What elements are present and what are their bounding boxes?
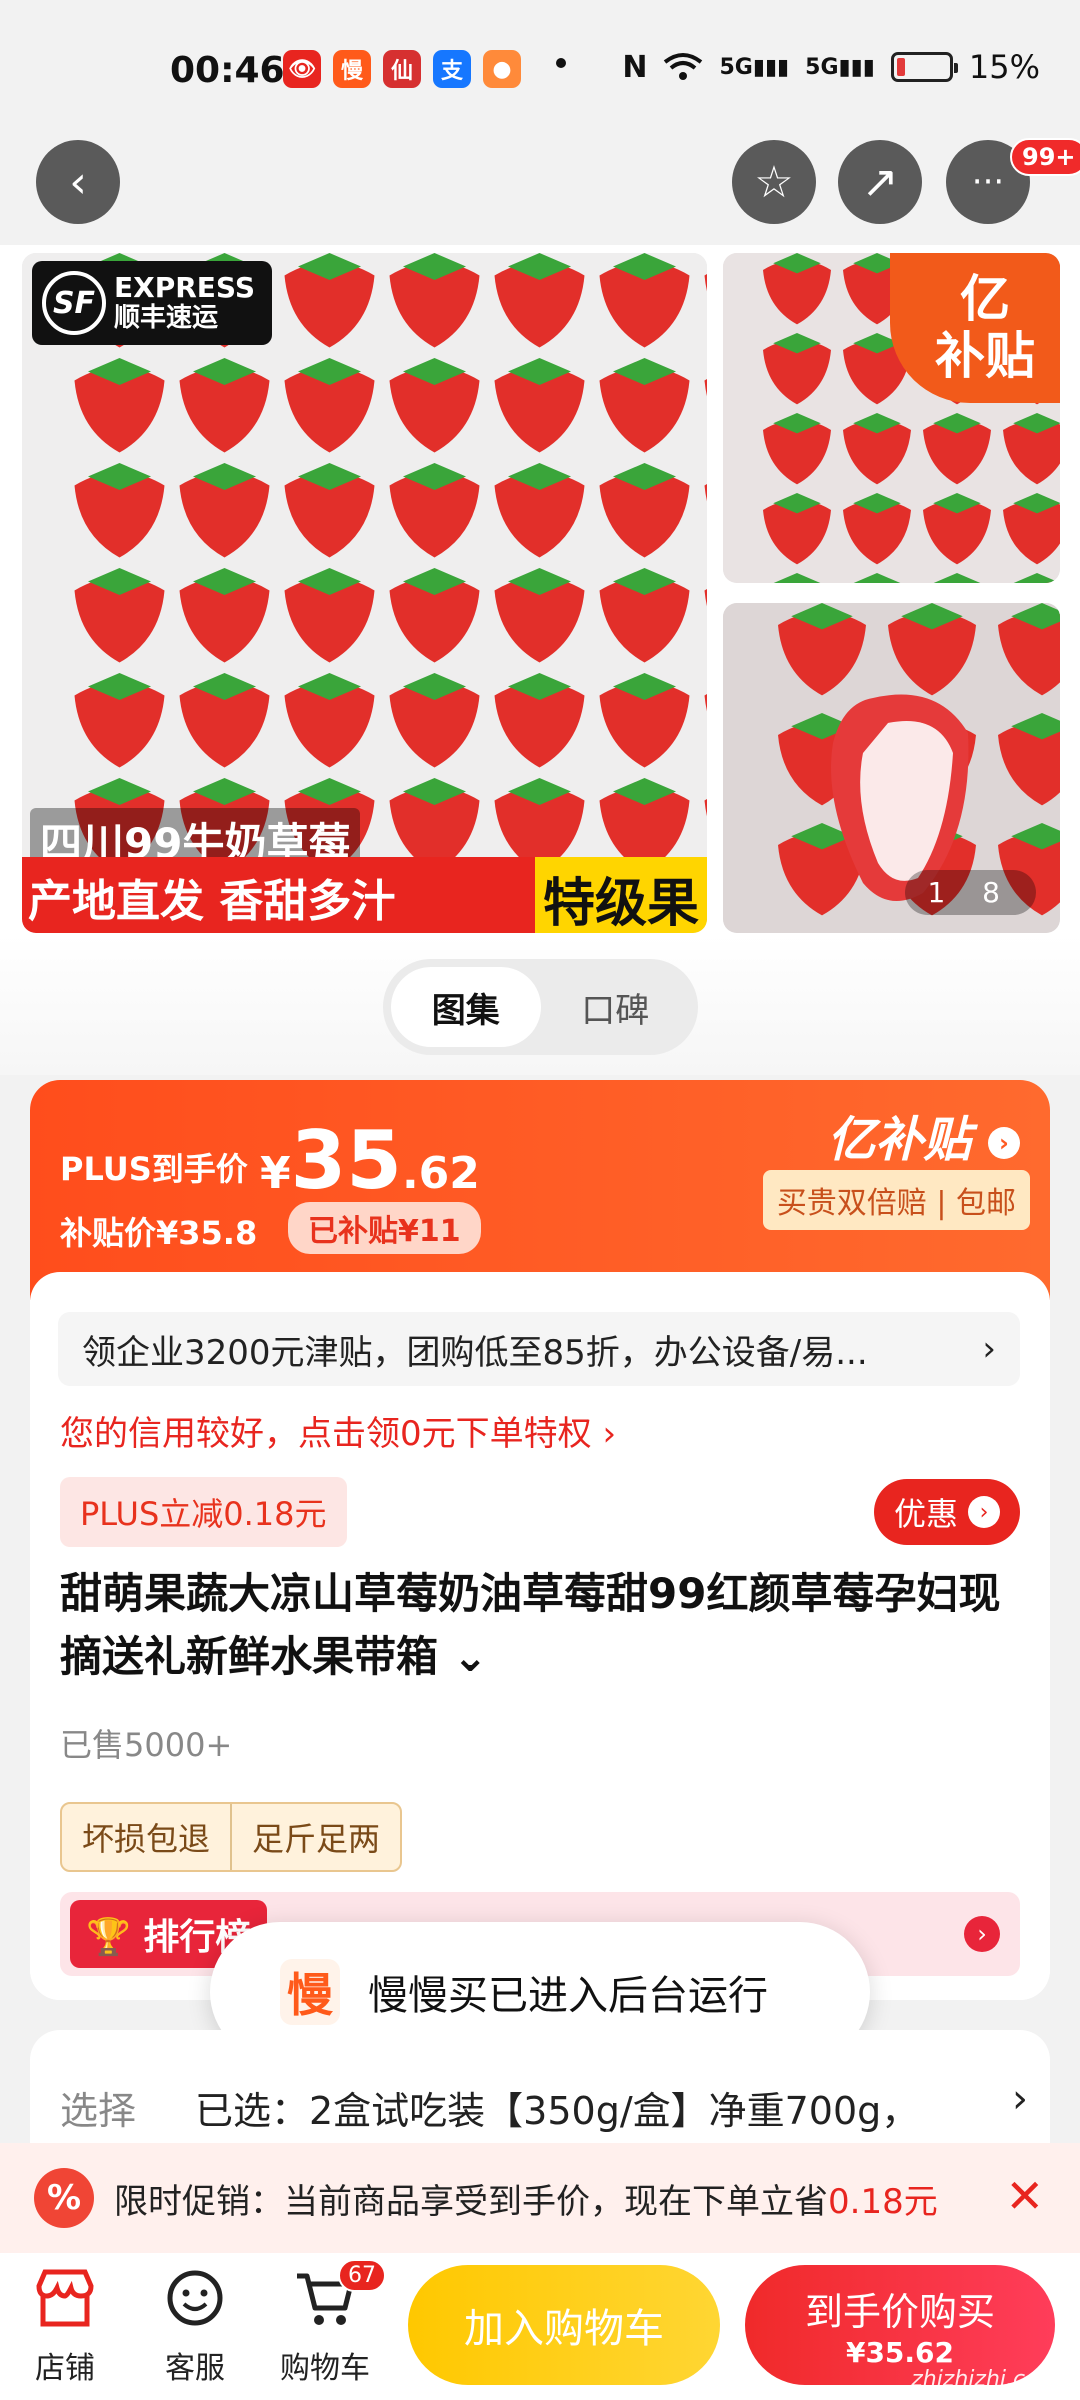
yi-subsidy-link[interactable]: 亿补贴 › [827,1100,1020,1170]
toast-text: 慢慢买已进入后台运行 [368,1973,768,2019]
manmanmai-logo: 慢 [280,1959,340,2025]
select-label: 选择 [60,2089,137,2133]
product-title[interactable]: 甜萌果蔬大凉山草莓奶油草莓甜99红颜草莓孕妇现摘送礼新鲜水果带箱 ⌄ [60,1562,1020,1688]
battery-icon [890,52,958,82]
back-button[interactable]: ‹ [36,140,120,224]
plus-discount-tag: PLUS立减0.18元 [60,1477,347,1547]
bottom-action-bar: 店铺 客服 67 购物车 加入购物车 到手价购买 ¥35.62 zhizhizh… [0,2253,1080,2400]
selected-sku: 已选：2盒试吃装【350g/盒】净重700g， [195,2089,920,2133]
tab-reviews[interactable]: 口碑 [541,967,691,1047]
app-notification-icon: 仙 [383,50,421,88]
share-icon: ↗ [861,156,899,208]
gallery-tabs-area: 图集 口碑 [0,935,1080,1075]
customer-service-button[interactable]: 客服 [140,2263,250,2393]
sf-express-logo: SF EXPRESS 顺丰速运 [32,261,272,345]
status-bar: 00:46 👁 慢 仙 支 ● N 5G▮▮▮ 5G▮▮▮ 15% [0,0,1080,130]
gallery-pager: 1 8 [905,870,1036,915]
battery-percent: 15% [968,48,1040,86]
app-notification-icon: 👁 [283,50,321,88]
app-notification-icon: ● [483,50,521,88]
chat-smile-icon [160,2263,230,2333]
thumbnail-image-2[interactable]: 1 8 [723,603,1060,933]
chevron-right-icon: › [988,1127,1020,1159]
add-to-cart-button[interactable]: 加入购物车 [408,2265,720,2385]
plus-price: ¥35.62 [260,1114,480,1207]
chevron-right-icon: › [968,1496,1000,1528]
thumbnail-image-1[interactable]: 亿 补贴 [723,253,1060,583]
chevron-right-icon: › [982,1329,996,1369]
favorite-button[interactable]: ☆ [732,140,816,224]
credit-privilege-link[interactable]: 您的信用较好，点击领0元下单特权 › [60,1406,616,1455]
store-button[interactable]: 店铺 [10,2263,120,2393]
limited-promo-bar[interactable]: % 限时促销：当前商品享受到手价，现在下单立省0.18元 ✕ [0,2143,1080,2253]
subsidy-price: 补贴价¥35.8 [60,1214,258,1252]
wifi-icon [664,53,703,80]
more-notifications-dot [556,58,566,68]
product-detail-body: 领企业3200元津贴，团购低至85折，办公设备/易... › 您的信用较好，点击… [30,1272,1050,2000]
cart-count-badge: 67 [338,2259,386,2292]
manmanmai-notification-icon: 慢 [333,50,371,88]
subsidy-amount-tag: 已补贴¥11 [288,1202,481,1254]
service-tag: 坏损包退 [82,1820,211,1858]
nfc-icon: N [622,49,648,85]
coupon-button[interactable]: 优惠 › [873,1479,1020,1545]
percent-icon: % [34,2168,94,2228]
plus-price-label: PLUS到手价 [60,1150,248,1188]
share-button[interactable]: ↗ [838,140,922,224]
close-icon[interactable]: ✕ [1005,2169,1044,2223]
chevron-right-icon: › [1012,2076,1028,2122]
signal-icon: 5G▮▮▮ [719,54,790,80]
status-time: 00:46 [170,50,285,91]
sku-select-row[interactable]: 选择 已选：2盒试吃装【350g/盒】净重700g， › [30,2030,1050,2160]
image-caption-banner: 产地直发 香甜多汁 特级果 [22,857,707,933]
chevron-right-icon: › [964,1916,1000,1952]
main-product-image[interactable]: SF EXPRESS 顺丰速运 四川99牛奶草莓 产地直发 香甜多汁 特级果 [22,253,707,933]
tab-gallery[interactable]: 图集 [391,967,541,1047]
product-info-card: PLUS到手价 ¥35.62 补贴价¥35.8 已补贴¥11 亿补贴 › 买贵双… [30,1080,1050,2000]
store-icon [30,2263,100,2333]
signal-icon: 5G▮▮▮ [805,54,875,80]
star-icon: ☆ [754,156,794,208]
more-icon: ··· [971,162,1005,202]
gallery-tabs: 图集 口碑 [383,959,698,1055]
promo-text: 限时促销：当前商品享受到手价，现在下单立省0.18元 [114,2181,938,2222]
service-tag: 足斤足两 [230,1804,400,1870]
watermark: zhizhizhi.com [911,2367,1060,2392]
cart-button[interactable]: 67 购物车 [270,2259,386,2393]
more-badge: 99+ [1010,138,1080,176]
service-tags[interactable]: 坏损包退 足斤足两 [60,1802,403,1872]
guarantee-tag: 买贵双倍赔 | 包邮 [762,1170,1030,1230]
alipay-notification-icon: 支 [433,50,471,88]
sold-count: 已售5000+ [60,1726,233,1764]
enterprise-subsidy-row[interactable]: 领企业3200元津贴，团购低至85折，办公设备/易... › [58,1312,1020,1386]
price-header: PLUS到手价 ¥35.62 补贴价¥35.8 已补贴¥11 亿补贴 › 买贵双… [30,1080,1050,1300]
back-icon: ‹ [69,156,87,208]
yi-subsidy-corner-badge: 亿 补贴 [890,253,1060,403]
product-gallery[interactable]: SF EXPRESS 顺丰速运 四川99牛奶草莓 产地直发 香甜多汁 特级果 亿 … [0,245,1080,935]
